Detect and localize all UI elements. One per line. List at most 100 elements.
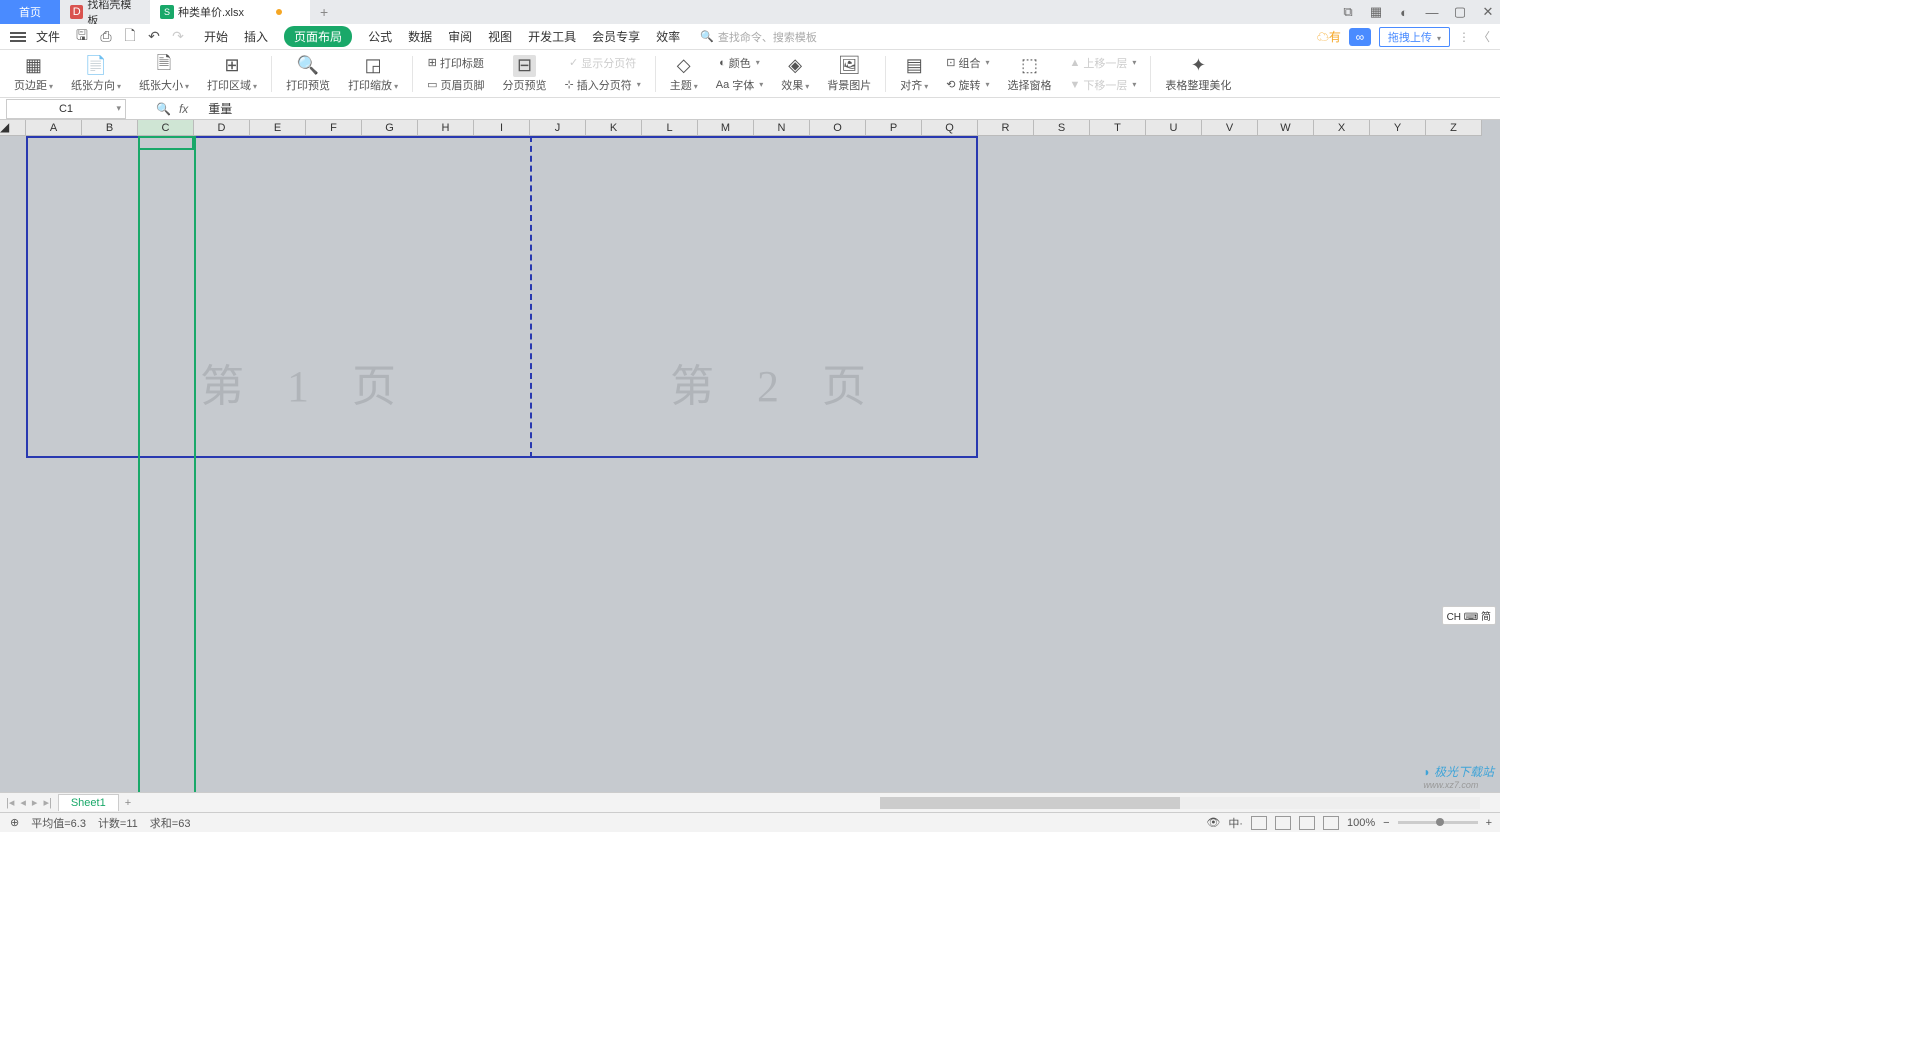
horizontal-scrollbar[interactable] xyxy=(880,797,1480,809)
col-header[interactable]: Q xyxy=(922,120,978,136)
status-eye-icon[interactable]: 👁 xyxy=(1206,816,1220,829)
menu-tab-5[interactable]: 审阅 xyxy=(448,28,472,45)
col-header[interactable]: K xyxy=(586,120,642,136)
menu-tab-6[interactable]: 视图 xyxy=(488,28,512,45)
col-header[interactable]: V xyxy=(1202,120,1258,136)
zoom-in-icon[interactable]: + xyxy=(1486,817,1492,829)
col-header[interactable]: C xyxy=(138,120,194,136)
col-header[interactable]: F xyxy=(306,120,362,136)
sheet-tab-active[interactable]: Sheet1 xyxy=(58,794,119,811)
cloud-icon[interactable]: ☁有 xyxy=(1317,28,1341,45)
zoom-label[interactable]: 100% xyxy=(1347,817,1375,829)
ribbon-size[interactable]: 🗎纸张大小▾ xyxy=(133,50,195,97)
menu-tab-1[interactable]: 插入 xyxy=(244,28,268,45)
ribbon-insert-break[interactable]: ⊹插入分页符▾ xyxy=(564,75,640,95)
ime-badge[interactable]: CH ⌨ 简 xyxy=(1442,606,1496,625)
col-header[interactable]: G xyxy=(362,120,418,136)
zoom-out-icon[interactable]: − xyxy=(1383,817,1389,829)
col-header[interactable]: A xyxy=(26,120,82,136)
sheet-nav-last-icon[interactable]: ▸| xyxy=(43,796,51,809)
view-pagelayout-icon[interactable] xyxy=(1275,816,1291,830)
menu-tab-4[interactable]: 数据 xyxy=(408,28,432,45)
ribbon-print-titles[interactable]: ⊞打印标题 xyxy=(428,53,484,73)
tab-new[interactable]: + xyxy=(310,0,340,24)
page-break-col-c-right[interactable] xyxy=(194,136,196,792)
layout-icon[interactable]: ⧉ xyxy=(1340,4,1356,20)
ribbon-rotate[interactable]: ⟲旋转▾ xyxy=(946,75,989,95)
page-break-col-c-left[interactable] xyxy=(138,136,140,792)
zoom-slider[interactable] xyxy=(1398,821,1478,824)
sheet-add-icon[interactable]: + xyxy=(125,797,131,809)
minimize-icon[interactable]: — xyxy=(1424,4,1440,20)
sheet-nav-next-icon[interactable]: ▸ xyxy=(32,796,38,809)
col-header[interactable]: M xyxy=(698,120,754,136)
name-box[interactable]: C1▾ xyxy=(6,99,126,119)
print-preview-quick-icon[interactable]: 🗋 xyxy=(122,25,138,49)
ribbon-page-break-preview[interactable]: ⊟分页预览 xyxy=(496,50,552,97)
col-header[interactable]: W xyxy=(1258,120,1314,136)
view-normal-icon[interactable] xyxy=(1251,816,1267,830)
ribbon-print-preview[interactable]: 🔍打印预览 xyxy=(280,50,336,97)
col-header[interactable]: X xyxy=(1314,120,1370,136)
ribbon-color[interactable]: ◐颜色▾ xyxy=(719,53,760,73)
ribbon-orientation[interactable]: 📄纸张方向▾ xyxy=(65,50,127,97)
status-lang-icon[interactable]: 中· xyxy=(1228,815,1243,831)
redo-icon[interactable]: ↷ xyxy=(170,28,186,45)
undo-icon[interactable]: ↶ xyxy=(146,28,162,45)
menu-search[interactable]: 🔍 查找命令、搜索模板 xyxy=(700,29,817,45)
menu-more-icon[interactable]: 〈 xyxy=(1478,28,1490,45)
ribbon-effect[interactable]: ◈效果▾ xyxy=(775,50,815,97)
menu-tab-7[interactable]: 开发工具 xyxy=(528,28,576,45)
col-header[interactable]: B xyxy=(82,120,138,136)
apps-icon[interactable]: ▦ xyxy=(1368,4,1384,20)
view-pagebreak-icon[interactable] xyxy=(1299,816,1315,830)
ribbon-align[interactable]: ▤对齐▾ xyxy=(894,50,934,97)
ribbon-group-btn[interactable]: ⊡组合▾ xyxy=(946,53,989,73)
fx-icon[interactable]: fx xyxy=(179,102,188,116)
save-icon[interactable]: 🖫 xyxy=(74,25,90,49)
page-break-dashed[interactable] xyxy=(530,136,532,458)
hamburger-icon[interactable] xyxy=(10,32,26,42)
menu-tab-8[interactable]: 会员专享 xyxy=(592,28,640,45)
sheet-nav-first-icon[interactable]: |◂ xyxy=(6,796,14,809)
tab-home[interactable]: 首页 xyxy=(0,0,60,24)
col-header[interactable]: E xyxy=(250,120,306,136)
ribbon-selection-pane[interactable]: ⬚选择窗格 xyxy=(1001,50,1057,97)
col-header[interactable]: U xyxy=(1146,120,1202,136)
sync-badge-icon[interactable]: ∞ xyxy=(1349,28,1371,46)
ribbon-print-scale[interactable]: ◲打印缩放▾ xyxy=(342,50,404,97)
tab-template[interactable]: D 找稻壳模板 xyxy=(60,0,150,24)
user-icon[interactable]: ◐ xyxy=(1396,4,1412,20)
print-quick-icon[interactable]: ⎙ xyxy=(98,28,114,45)
formula-input[interactable]: 重量 xyxy=(208,100,232,117)
col-header[interactable]: N xyxy=(754,120,810,136)
col-header[interactable]: D xyxy=(194,120,250,136)
ribbon-theme[interactable]: ◇主题▾ xyxy=(664,50,704,97)
ribbon-font[interactable]: Aa 字体▾ xyxy=(716,75,763,95)
maximize-icon[interactable]: ▢ xyxy=(1452,4,1468,20)
col-header[interactable]: Y xyxy=(1370,120,1426,136)
upload-button[interactable]: 拖拽上传 ▾ xyxy=(1379,27,1450,47)
col-header[interactable]: S xyxy=(1034,120,1090,136)
sheet-nav-prev-icon[interactable]: ◂ xyxy=(20,796,26,809)
select-all-corner[interactable]: ◢ xyxy=(0,120,26,136)
cancel-formula-icon[interactable]: 🔍 xyxy=(156,102,171,116)
col-header[interactable]: Z xyxy=(1426,120,1482,136)
col-header[interactable]: T xyxy=(1090,120,1146,136)
col-header[interactable]: P xyxy=(866,120,922,136)
ribbon-beautify[interactable]: ✦表格整理美化 xyxy=(1159,50,1237,97)
menu-tab-2[interactable]: 页面布局 xyxy=(284,26,352,47)
ribbon-bgimage[interactable]: 🖼背景图片 xyxy=(821,50,877,97)
status-record-icon[interactable]: ⊕ xyxy=(10,816,19,829)
ribbon-margin[interactable]: ▦页边距▾ xyxy=(8,50,59,97)
menu-tab-9[interactable]: 效率 xyxy=(656,28,680,45)
menu-file[interactable]: 文件 xyxy=(36,28,60,45)
view-read-icon[interactable] xyxy=(1323,816,1339,830)
tab-file-active[interactable]: S 种类单价.xlsx xyxy=(150,0,310,24)
col-header[interactable]: I xyxy=(474,120,530,136)
menu-tab-0[interactable]: 开始 xyxy=(204,28,228,45)
col-header[interactable]: J xyxy=(530,120,586,136)
col-header[interactable]: H xyxy=(418,120,474,136)
ribbon-print-area[interactable]: ⊞打印区域▾ xyxy=(201,50,263,97)
col-header[interactable]: O xyxy=(810,120,866,136)
